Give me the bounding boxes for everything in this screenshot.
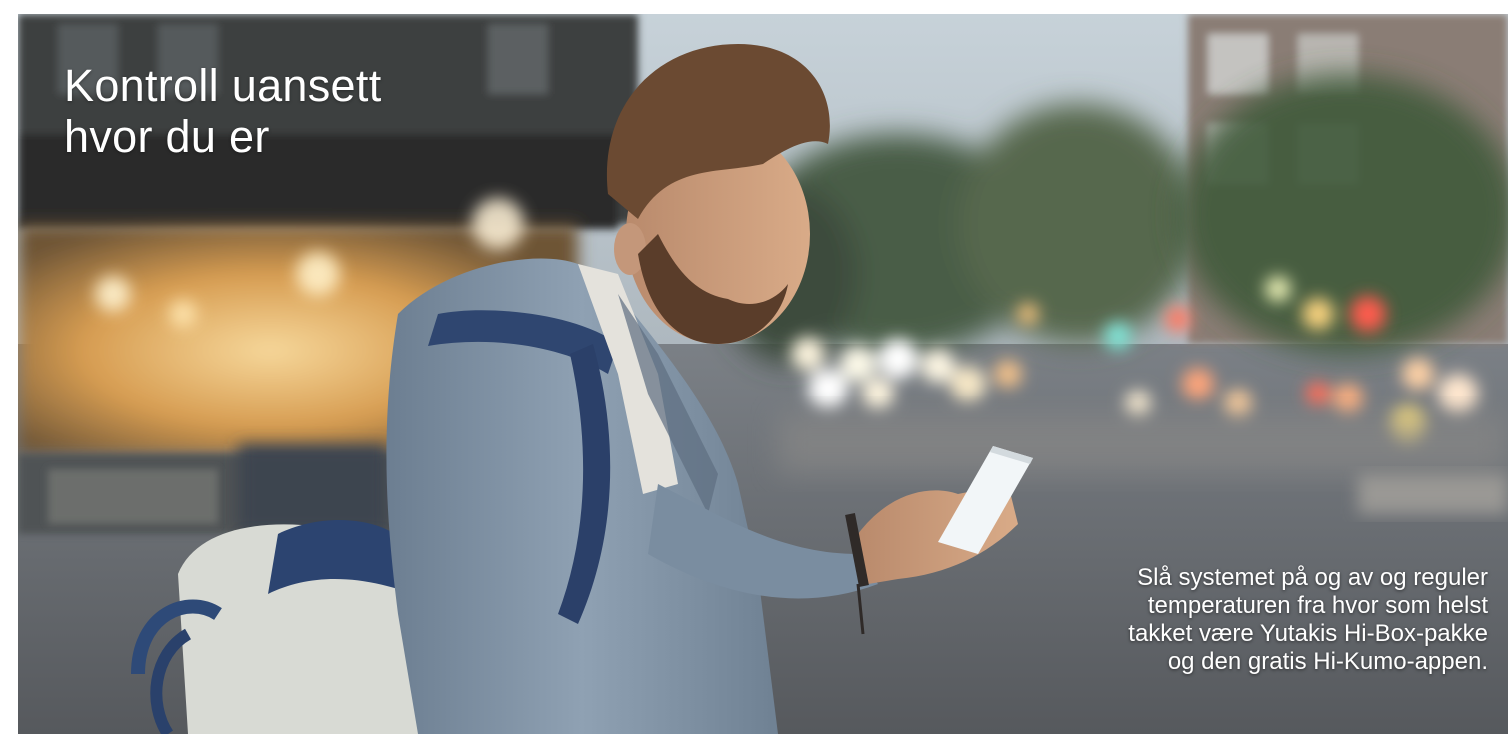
caption-line-1: Slå systemet på og av og reguler: [1137, 564, 1488, 591]
caption-line-3: takket være Yutakis Hi-Box-pakke: [1128, 620, 1488, 647]
caption-line-2: temperaturen fra hvor som helst: [1147, 592, 1488, 619]
page-frame: Kontroll uansett hvor du er Slå systemet…: [0, 0, 1508, 734]
hero-banner: Kontroll uansett hvor du er Slå systemet…: [18, 14, 1508, 734]
banner-caption: Slå systemet på og av og reguler tempera…: [968, 564, 1488, 676]
headline-line-2: hvor du er: [64, 111, 270, 162]
headline-line-1: Kontroll uansett: [64, 60, 382, 111]
page-title: Kontroll uansett hvor du er: [64, 60, 382, 162]
caption-line-4: og den gratis Hi-Kumo-appen.: [1167, 648, 1488, 675]
